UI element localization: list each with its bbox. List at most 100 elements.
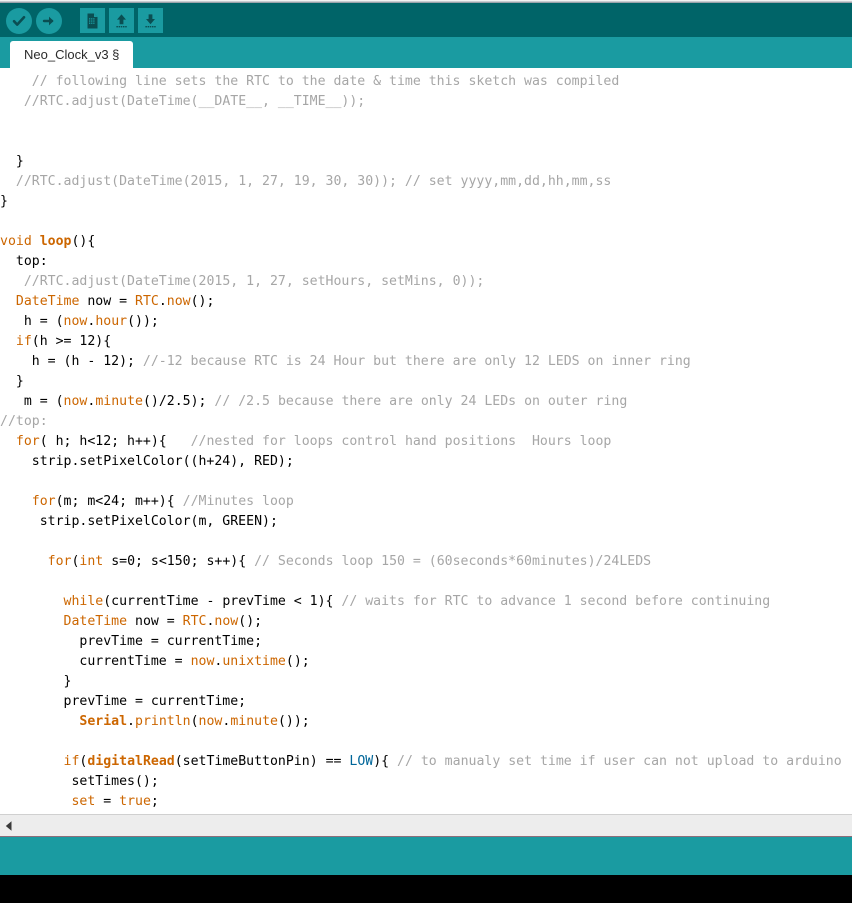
code-token: for xyxy=(31,494,56,509)
code-line: setTimes(); xyxy=(0,772,852,792)
code-token: top: xyxy=(0,254,48,269)
code-token: //RTC.adjust(DateTime(__DATE__, __TIME__… xyxy=(23,94,366,109)
code-token: } xyxy=(0,374,24,389)
code-token: for xyxy=(15,434,40,449)
scroll-track[interactable] xyxy=(18,815,852,836)
code-token: true xyxy=(119,794,151,809)
code-line: currentTime = now.unixtime(); xyxy=(0,652,852,672)
code-editor-area[interactable]: // following line sets the RTC to the da… xyxy=(0,68,852,814)
code-token: now xyxy=(214,614,239,629)
code-token: h = ( xyxy=(0,314,64,329)
code-token: (setTimeButtonPin) == xyxy=(174,754,350,769)
code-token: // following line sets the RTC to the da… xyxy=(31,74,620,89)
code-token: LOW xyxy=(349,754,374,769)
code-token: while xyxy=(63,594,104,609)
upload-button[interactable] xyxy=(36,7,62,34)
code-line: // following line sets the RTC to the da… xyxy=(0,72,852,92)
code-token: (){ xyxy=(71,234,96,249)
code-line: for( h; h<12; h++){ //nested for loops c… xyxy=(0,432,852,452)
code-token: . xyxy=(127,714,135,729)
check-icon xyxy=(10,12,28,30)
code-line: strip.setPixelColor((h+24), RED); xyxy=(0,452,852,472)
open-button[interactable] xyxy=(109,8,134,33)
code-token: hour xyxy=(95,314,128,329)
code-token: (m; m<24; m++){ xyxy=(55,494,183,509)
down-arrow-icon xyxy=(142,12,159,30)
code-line: void loop(){ xyxy=(0,232,852,252)
status-bar xyxy=(0,837,852,875)
code-line: } xyxy=(0,192,852,212)
code-token: prevTime = currentTime; xyxy=(0,694,247,709)
code-token: DateTime xyxy=(15,294,80,309)
code-token: now = xyxy=(127,614,183,629)
code-line: //RTC.adjust(DateTime(2015, 1, 27, 19, 3… xyxy=(0,172,852,192)
code-line: prevTime = currentTime; xyxy=(0,632,852,652)
left-triangle-icon xyxy=(4,820,14,832)
code-token: ; xyxy=(150,794,159,809)
code-token: strip.setPixelColor(m, GREEN); xyxy=(0,514,278,529)
new-button[interactable] xyxy=(80,8,105,33)
code-token: currentTime = xyxy=(0,654,191,669)
code-line: h = (h - 12); //-12 because RTC is 24 Ho… xyxy=(0,352,852,372)
code-token: now xyxy=(190,654,215,669)
code-token: Serial xyxy=(79,714,128,729)
code-token: now xyxy=(63,314,88,329)
code-token: now = xyxy=(79,294,135,309)
sketch-tab-strip: Neo_Clock_v3 § xyxy=(0,37,852,68)
code-token: loop xyxy=(39,234,72,249)
code-token: h = (h - 12); xyxy=(0,354,143,369)
code-token: ()); xyxy=(127,314,159,329)
code-token: (); xyxy=(238,614,263,629)
code-token: if xyxy=(63,754,80,769)
code-token: } xyxy=(0,674,72,689)
right-arrow-icon xyxy=(40,12,58,30)
code-token: // /2.5 because there are only 24 LEDs o… xyxy=(214,394,628,409)
code-token: RTC xyxy=(135,294,159,309)
code-token: //top: xyxy=(0,414,48,429)
up-arrow-icon xyxy=(113,12,130,30)
code-editor[interactable]: // following line sets the RTC to the da… xyxy=(0,68,852,814)
horizontal-scrollbar[interactable] xyxy=(0,814,852,837)
code-token: now xyxy=(198,714,223,729)
code-token: //RTC.adjust(DateTime(2015, 1, 27, 19, 3… xyxy=(15,174,612,189)
save-button[interactable] xyxy=(138,8,163,33)
code-token: DateTime xyxy=(63,614,128,629)
code-token: . xyxy=(158,294,167,309)
code-line: Serial.println(now.minute()); xyxy=(0,712,852,732)
main-toolbar xyxy=(0,4,852,37)
code-token: } xyxy=(0,154,24,169)
scroll-left-button[interactable] xyxy=(0,815,18,836)
code-line: DateTime now = RTC.now(); xyxy=(0,612,852,632)
code-line: for(int s=0; s<150; s++){ // Seconds loo… xyxy=(0,552,852,572)
code-line: for(m; m<24; m++){ //Minutes loop xyxy=(0,492,852,512)
code-token: println xyxy=(135,714,191,729)
code-token: = xyxy=(95,794,120,809)
code-token: ()); xyxy=(277,714,310,729)
new-document-icon xyxy=(84,12,101,30)
code-line: } xyxy=(0,152,852,172)
code-token: void xyxy=(0,234,40,249)
code-token: (h >= 12){ xyxy=(31,334,112,349)
code-line: //RTC.adjust(DateTime(__DATE__, __TIME__… xyxy=(0,92,852,112)
code-token: minute xyxy=(95,394,143,409)
code-token: ()/2.5); xyxy=(142,394,215,409)
verify-button[interactable] xyxy=(6,7,32,34)
sketch-tab[interactable]: Neo_Clock_v3 § xyxy=(10,41,134,68)
code-line: //RTC.adjust(DateTime(2015, 1, 27, setHo… xyxy=(0,272,852,292)
code-token: // waits for RTC to advance 1 second bef… xyxy=(341,594,771,609)
code-token: //-12 because RTC is 24 Hour but there a… xyxy=(142,354,691,369)
